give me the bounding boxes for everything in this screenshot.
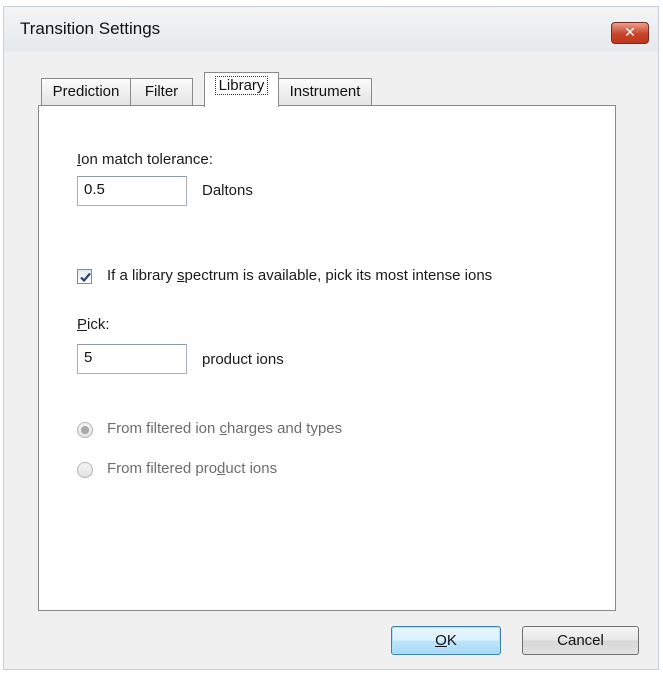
checkmark-icon xyxy=(80,272,91,283)
cancel-button[interactable]: Cancel xyxy=(522,626,639,655)
transition-settings-dialog: Transition Settings ✕ Prediction Filter … xyxy=(3,6,659,670)
radio-filtered-products[interactable] xyxy=(77,462,93,478)
close-button[interactable]: ✕ xyxy=(611,22,649,44)
pick-count-input[interactable]: 5 xyxy=(77,344,187,374)
tab-filter[interactable]: Filter xyxy=(130,78,193,106)
ion-match-tolerance-input[interactable]: 0.5 xyxy=(77,176,187,206)
tab-library[interactable]: Library xyxy=(204,72,279,107)
ion-match-tolerance-unit: Daltons xyxy=(202,182,253,199)
pick-label: Pick: xyxy=(77,316,110,333)
tab-label: Instrument xyxy=(289,83,361,100)
tab-label: Filter xyxy=(144,83,179,100)
pick-count-unit: product ions xyxy=(202,351,284,368)
radio-filtered-charges[interactable] xyxy=(77,422,93,438)
library-tab-panel: Ion match tolerance: 0.5 Daltons If a li… xyxy=(38,105,616,611)
tab-label: Prediction xyxy=(52,83,120,100)
pick-most-intense-label[interactable]: If a library spectrum is available, pick… xyxy=(107,267,492,284)
radio-filtered-products-label[interactable]: From filtered product ions xyxy=(107,460,277,477)
title-bar[interactable]: Transition Settings ✕ xyxy=(4,7,658,51)
radio-filtered-charges-label[interactable]: From filtered ion charges and types xyxy=(107,420,342,437)
pick-most-intense-checkbox[interactable] xyxy=(77,269,92,284)
radio-selected-dot xyxy=(81,426,89,434)
tab-label: Library xyxy=(214,76,269,95)
dialog-title: Transition Settings xyxy=(20,19,161,38)
close-icon: ✕ xyxy=(624,24,636,40)
tab-instrument[interactable]: Instrument xyxy=(278,78,372,106)
ok-button[interactable]: OK xyxy=(391,626,501,655)
tab-prediction[interactable]: Prediction xyxy=(41,78,131,106)
ion-match-tolerance-label: Ion match tolerance: xyxy=(77,151,213,168)
